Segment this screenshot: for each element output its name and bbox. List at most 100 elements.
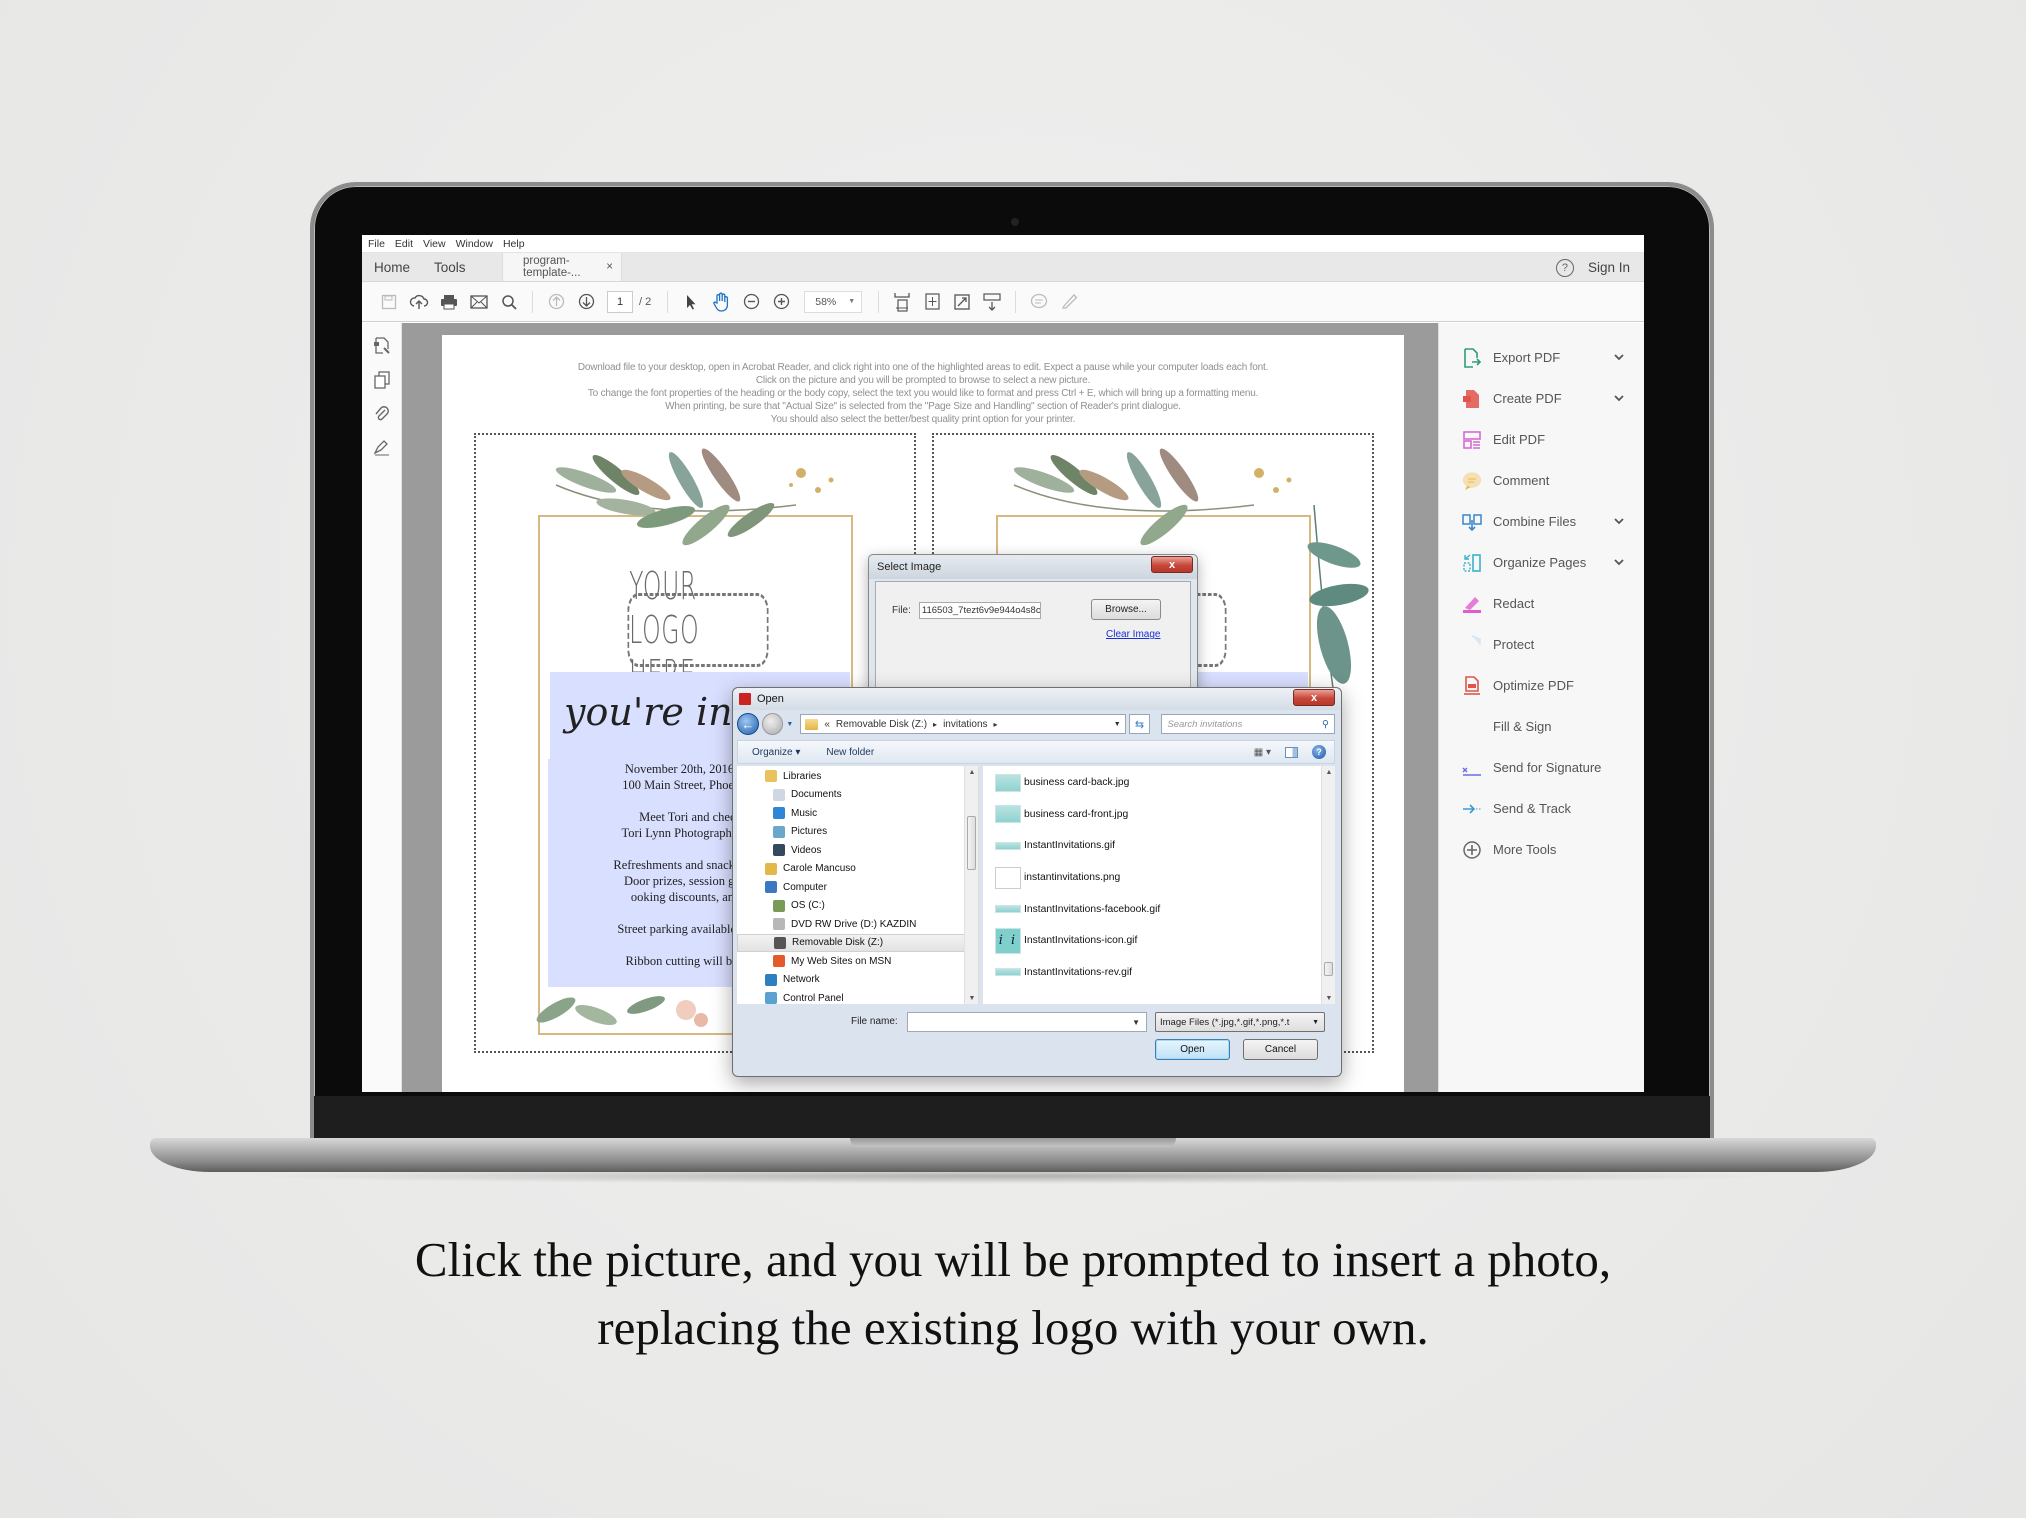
browse-button[interactable]: Browse... <box>1091 599 1161 620</box>
tool-comment[interactable]: Comment <box>1439 460 1644 501</box>
tool-edit-pdf[interactable]: Edit PDF <box>1439 419 1644 460</box>
tree-item[interactable]: Videos <box>737 841 978 860</box>
tree-item[interactable]: Removable Disk (Z:) <box>737 933 978 952</box>
tool-combine-files[interactable]: Combine Files <box>1439 501 1644 542</box>
menu-file[interactable]: File <box>368 238 385 250</box>
open-button[interactable]: Open <box>1155 1039 1230 1060</box>
breadcrumb-separator[interactable]: ▸ <box>994 720 998 729</box>
fit-width-icon[interactable] <box>887 287 917 317</box>
tab-tools[interactable]: Tools <box>434 260 466 275</box>
scroll-up-arrow[interactable]: ▲ <box>1322 766 1335 778</box>
close-icon[interactable]: x <box>1151 556 1193 573</box>
file-list-item[interactable]: instantinvitations.png <box>983 862 1335 894</box>
scroll-thumb[interactable] <box>967 816 976 870</box>
tree-item[interactable]: Libraries <box>737 767 978 786</box>
scroll-down-arrow[interactable]: ▼ <box>965 992 978 1004</box>
files-scrollbar[interactable]: ▲ ▼ <box>1321 766 1335 1004</box>
tool-protect[interactable]: Protect <box>1439 624 1644 665</box>
breadcrumb-invitations[interactable]: invitations <box>943 719 987 730</box>
comment-icon[interactable] <box>1024 287 1054 317</box>
zoom-out-icon[interactable] <box>736 287 766 317</box>
new-folder-button[interactable]: New folder <box>826 747 874 758</box>
email-icon[interactable] <box>464 287 494 317</box>
upload-cloud-icon[interactable] <box>404 287 434 317</box>
breadcrumb-overflow[interactable]: « <box>824 719 830 730</box>
fit-page-icon[interactable] <box>917 287 947 317</box>
scroll-mode-icon[interactable] <box>977 287 1007 317</box>
help-icon[interactable]: ? <box>1555 258 1574 277</box>
menu-view[interactable]: View <box>423 238 446 250</box>
pages-copy-icon[interactable] <box>362 363 402 397</box>
tree-item[interactable]: Control Panel <box>737 989 978 1004</box>
chevron-down-icon[interactable] <box>1614 557 1624 569</box>
file-type-select[interactable]: Image Files (*.jpg,*.gif,*.png,*.t ▼ <box>1155 1012 1325 1032</box>
nav-scrollbar[interactable]: ▲ ▼ <box>964 766 978 1004</box>
cancel-button[interactable]: Cancel <box>1243 1039 1318 1060</box>
refresh-icon[interactable]: ⇆ <box>1128 714 1151 734</box>
tool-export-pdf[interactable]: Export PDF <box>1439 337 1644 378</box>
close-icon[interactable]: x <box>1293 689 1335 706</box>
logo-placeholder[interactable]: YOUR LOGO HERE <box>627 564 769 696</box>
breadcrumb-separator[interactable]: ▸ <box>933 720 937 729</box>
page-up-icon[interactable] <box>541 287 571 317</box>
tree-item[interactable]: Music <box>737 804 978 823</box>
help-icon[interactable]: ? <box>1312 745 1326 759</box>
file-list-item[interactable]: business card-front.jpg <box>983 799 1335 831</box>
page-number-input[interactable]: 1 <box>607 290 633 313</box>
organize-menu[interactable]: Organize ▾ <box>752 747 800 758</box>
preview-pane-icon[interactable] <box>1285 746 1298 758</box>
highlight-pen-icon[interactable] <box>1054 287 1084 317</box>
page-thumbnails-icon[interactable] <box>362 329 402 363</box>
hand-tool-icon[interactable] <box>706 287 736 317</box>
tree-item[interactable]: Documents <box>737 786 978 805</box>
sign-in-link[interactable]: Sign In <box>1588 260 1630 275</box>
scroll-thumb[interactable] <box>1324 962 1333 976</box>
chevron-down-icon[interactable] <box>1614 516 1624 528</box>
tree-item[interactable]: Network <box>737 971 978 990</box>
breadcrumb-removable-disk[interactable]: Removable Disk (Z:) <box>836 719 927 730</box>
tab-home[interactable]: Home <box>374 260 410 275</box>
scroll-up-arrow[interactable]: ▲ <box>965 766 978 778</box>
view-options-icon[interactable]: ▦ ▾ <box>1254 747 1271 758</box>
search-icon[interactable]: ⚲ <box>1322 719 1329 730</box>
tree-item[interactable]: DVD RW Drive (D:) KAZDIN <box>737 915 978 934</box>
zoom-level-select[interactable]: 58% ▼ <box>804 290 863 313</box>
document-tab[interactable]: program-template-... × <box>502 253 622 281</box>
file-list-item[interactable]: InstantInvitations-facebook.gif <box>983 893 1335 925</box>
forward-arrow-icon[interactable]: → <box>761 713 784 735</box>
menu-help[interactable]: Help <box>503 238 525 250</box>
file-path-field[interactable]: 116503_7tezt6v9e944o4s8c08k.jpg <box>918 602 1041 619</box>
file-list-item[interactable]: InstantInvitations.gif <box>983 830 1335 862</box>
tool-optimize-pdf[interactable]: Optimize PDF <box>1439 665 1644 706</box>
back-arrow-icon[interactable]: ← <box>737 713 759 735</box>
tool-organize-pages[interactable]: Organize Pages <box>1439 542 1644 583</box>
search-icon[interactable] <box>494 287 524 317</box>
menu-window[interactable]: Window <box>456 238 493 250</box>
tree-item[interactable]: Pictures <box>737 823 978 842</box>
history-dropdown-icon[interactable]: ▼ <box>786 721 793 728</box>
chevron-down-icon[interactable] <box>1614 393 1624 405</box>
address-bar[interactable]: « Removable Disk (Z:) ▸ invitations ▸ ▼ <box>800 714 1126 734</box>
tree-item[interactable]: Carole Mancuso <box>737 860 978 879</box>
zoom-in-icon[interactable] <box>766 287 796 317</box>
page-down-icon[interactable] <box>571 287 601 317</box>
file-name-input[interactable]: ▼ <box>907 1012 1147 1032</box>
chevron-down-icon[interactable]: ▼ <box>1132 1018 1140 1027</box>
tool-create-pdf[interactable]: Create PDF <box>1439 378 1644 419</box>
print-icon[interactable] <box>434 287 464 317</box>
search-input[interactable]: Search invitations ⚲ <box>1161 714 1335 734</box>
close-tab-icon[interactable]: × <box>606 261 613 273</box>
tool-fill-sign[interactable]: Fill & Sign <box>1439 706 1644 747</box>
chevron-down-icon[interactable] <box>1614 352 1624 364</box>
clear-image-link[interactable]: Clear Image <box>1106 629 1160 640</box>
file-list-item[interactable]: i i InstantInvitations-icon.gif <box>983 925 1335 957</box>
tree-item[interactable]: My Web Sites on MSN <box>737 952 978 971</box>
full-screen-icon[interactable] <box>947 287 977 317</box>
scroll-down-arrow[interactable]: ▼ <box>1322 992 1335 1004</box>
signatures-icon[interactable] <box>362 431 402 465</box>
tool-send-track[interactable]: Send & Track <box>1439 788 1644 829</box>
address-dropdown-icon[interactable]: ▼ <box>1114 721 1121 728</box>
save-icon[interactable] <box>374 287 404 317</box>
attachments-icon[interactable] <box>362 397 402 431</box>
tree-item[interactable]: OS (C:) <box>737 897 978 916</box>
